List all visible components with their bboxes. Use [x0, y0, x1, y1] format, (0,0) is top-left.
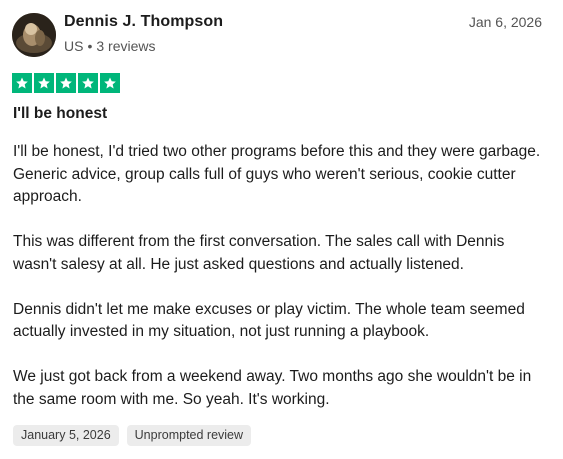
review-card: Dennis J. Thompson US • 3 reviews Jan 6, 2…	[0, 0, 563, 459]
star-icon	[34, 73, 54, 93]
avatar-photo-icon	[12, 13, 56, 57]
experience-date-tag: January 5, 2026	[13, 425, 119, 446]
author-review-count: 3 reviews	[96, 38, 156, 54]
author-name[interactable]: Dennis J. Thompson	[64, 13, 223, 31]
star-rating	[12, 73, 120, 93]
author-meta: US • 3 reviews	[64, 38, 156, 54]
review-date: Jan 6, 2026	[468, 14, 542, 30]
review-paragraph: I'll be honest, I'd tried two other prog…	[13, 143, 541, 205]
review-type-tag[interactable]: Unprompted review	[126, 425, 252, 446]
review-title: I'll be honest	[13, 105, 108, 122]
star-icon	[12, 73, 32, 93]
author-country: US	[64, 38, 84, 54]
star-icon	[78, 73, 98, 93]
review-body: I'll be honest, I'd tried two other prog…	[13, 141, 543, 434]
review-paragraph: We just got back from a weekend away. Tw…	[13, 368, 532, 408]
star-icon	[100, 73, 120, 93]
avatar[interactable]	[12, 13, 56, 57]
star-icon	[56, 73, 76, 93]
review-paragraph: Dennis didn't let me make excuses or pla…	[13, 300, 525, 341]
review-tags: January 5, 2026 Unprompted review	[13, 425, 252, 446]
meta-separator: •	[87, 38, 93, 54]
review-paragraph: This was different from the first conver…	[13, 233, 505, 273]
